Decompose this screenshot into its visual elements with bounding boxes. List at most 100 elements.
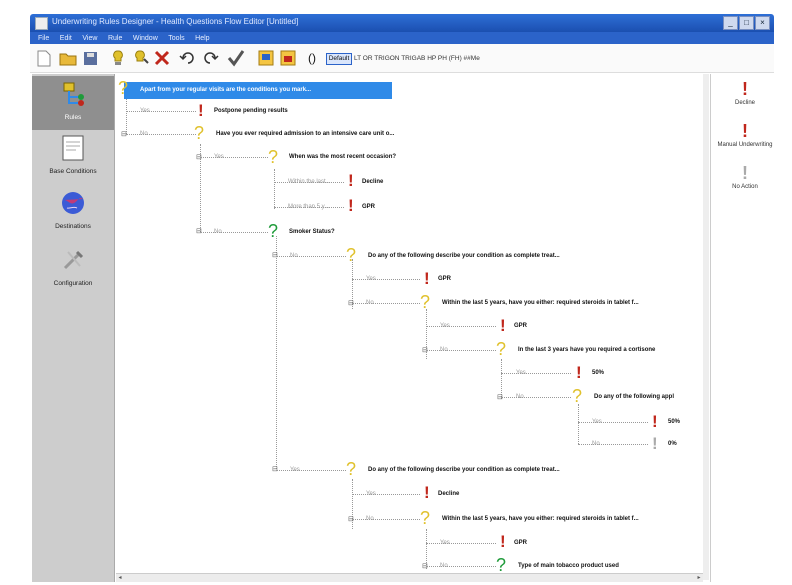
maximize-button[interactable]: □ — [739, 16, 754, 30]
scroll-right-arrow-icon[interactable]: ▸ — [695, 574, 703, 582]
result-icon: ! — [576, 363, 582, 382]
palette-label: No Action — [732, 184, 758, 190]
result-icon: ! — [424, 269, 430, 288]
window-controls: _ □ × — [722, 16, 770, 30]
edge-label: Within the last... — [288, 179, 331, 185]
question-icon: ? — [268, 147, 279, 167]
sidebar-item-rules[interactable]: Rules — [32, 80, 114, 121]
toolbar: () Default LT OR TRIGON TRIGAB HP PH (FH… — [30, 44, 774, 73]
node-text[interactable]: Decline — [362, 179, 383, 185]
node-text[interactable]: In the last 3 years have you required a … — [518, 347, 655, 353]
result-icon: ! — [500, 532, 506, 551]
minimize-button[interactable]: _ — [723, 16, 738, 30]
redo-icon[interactable] — [200, 48, 220, 68]
question-icon: ? — [194, 123, 205, 143]
tree-line — [126, 111, 196, 112]
edge-label: No — [140, 131, 148, 137]
question-icon: ? — [346, 459, 357, 479]
result-icon: ! — [652, 412, 658, 431]
add-question-icon[interactable] — [108, 48, 128, 68]
palette-item-manual-underwriting[interactable]: ! Manual Underwriting — [711, 122, 779, 148]
sidebar-item-label: Configuration — [53, 280, 93, 287]
delete-icon[interactable] — [152, 48, 172, 68]
sidebar-item-label: Base Conditions — [49, 168, 97, 175]
rules-icon — [58, 80, 88, 110]
result-palette: ! Decline ! Manual Underwriting ! No Act… — [710, 74, 779, 582]
node-text[interactable]: Within the last 5 years, have you either… — [442, 516, 639, 522]
palette-item-no-action[interactable]: ! No Action — [711, 164, 779, 190]
edge-label: Yes — [366, 276, 376, 282]
node-text[interactable]: GPR — [514, 540, 527, 546]
question-icon: ? — [496, 339, 507, 359]
edge-label: Yes — [516, 370, 526, 376]
default-button[interactable]: Default — [326, 53, 352, 65]
sidebar-item-configuration[interactable]: Configuration — [32, 246, 114, 287]
node-text[interactable]: Do any of the following describe your co… — [368, 253, 560, 259]
tree-line — [578, 404, 579, 444]
save-icon[interactable] — [80, 48, 100, 68]
edge-label: Yes — [366, 491, 376, 497]
collapse-toggle[interactable]: ⊟ — [272, 251, 278, 259]
palette-item-decline[interactable]: ! Decline — [711, 80, 779, 106]
sidebar-item-base-conditions[interactable]: Base Conditions — [32, 134, 114, 175]
node-text[interactable]: Do any of the following appl — [594, 394, 674, 400]
collapse-toggle[interactable]: ⊟ — [272, 465, 278, 473]
red-exclamation-icon: ! — [742, 79, 748, 99]
question-icon: ? — [420, 508, 431, 528]
horizontal-scrollbar[interactable]: ◂ ▸ — [116, 573, 703, 582]
tree-line — [352, 494, 420, 495]
palette-label: Decline — [734, 100, 755, 106]
tree-line — [426, 543, 496, 544]
sidebar-item-label: Destinations — [55, 223, 91, 230]
node-text[interactable]: Type of main tobacco product used — [518, 563, 619, 569]
root-question-text[interactable]: Apart from your regular visits are the c… — [140, 87, 311, 93]
edge-label: Yes — [592, 419, 602, 425]
tree-line — [276, 470, 346, 471]
tree-line — [352, 279, 420, 280]
undo-icon[interactable] — [178, 48, 198, 68]
edge-label: No — [440, 563, 448, 569]
result-icon: ! — [198, 101, 204, 120]
edge-label: No — [366, 300, 374, 306]
node-text[interactable]: GPR — [362, 204, 375, 210]
rule-tree: ? Apart from your regular visits are the… — [116, 74, 703, 579]
menu-bar: File Edit View Rule Window Tools Help — [30, 32, 774, 44]
tree-line — [200, 232, 268, 233]
new-document-icon[interactable] — [34, 48, 54, 68]
node-text[interactable]: GPR — [514, 323, 527, 329]
vertical-scrollbar[interactable] — [703, 74, 709, 580]
validate-check-icon[interactable] — [226, 48, 246, 68]
brackets-icon[interactable]: () — [302, 48, 322, 68]
sidebar: Rules Base Conditions Destinations Confi… — [32, 74, 115, 582]
add-branch-icon[interactable] — [130, 48, 150, 68]
node-text[interactable]: 50% — [668, 419, 680, 425]
result-icon: ! — [348, 171, 354, 190]
node-text[interactable]: Do any of the following describe your co… — [368, 467, 560, 473]
window-title: Underwriting Rules Designer - Health Que… — [52, 17, 299, 26]
scroll-left-arrow-icon[interactable]: ◂ — [116, 574, 124, 582]
node-text[interactable]: Within the last 5 years, have you either… — [442, 300, 639, 306]
close-button[interactable]: × — [755, 16, 770, 30]
node-text[interactable]: Have you ever required admission to an i… — [216, 131, 394, 137]
node-text[interactable]: When was the most recent occasion? — [289, 154, 396, 160]
tree-line — [578, 444, 648, 445]
globe-icon — [58, 189, 88, 219]
node-text[interactable]: Postpone pending results — [214, 108, 288, 114]
tree-line — [501, 397, 571, 398]
node-text[interactable]: 0% — [668, 441, 677, 447]
question-icon: ? — [118, 78, 129, 98]
node-text[interactable]: 50% — [592, 370, 604, 376]
export-icon[interactable] — [256, 48, 276, 68]
tree-line — [352, 303, 420, 304]
edge-label: No — [366, 516, 374, 522]
node-text[interactable]: GPR — [438, 276, 451, 282]
gray-exclamation-icon: ! — [742, 163, 748, 183]
edge-label: No — [592, 441, 600, 447]
open-folder-icon[interactable] — [58, 48, 78, 68]
collapse-toggle[interactable]: ⊟ — [196, 227, 202, 235]
import-icon[interactable] — [278, 48, 298, 68]
sidebar-item-destinations[interactable]: Destinations — [32, 189, 114, 230]
node-text[interactable]: Decline — [438, 491, 459, 497]
node-text[interactable]: Smoker Status? — [289, 229, 335, 235]
edge-label: No — [516, 394, 524, 400]
